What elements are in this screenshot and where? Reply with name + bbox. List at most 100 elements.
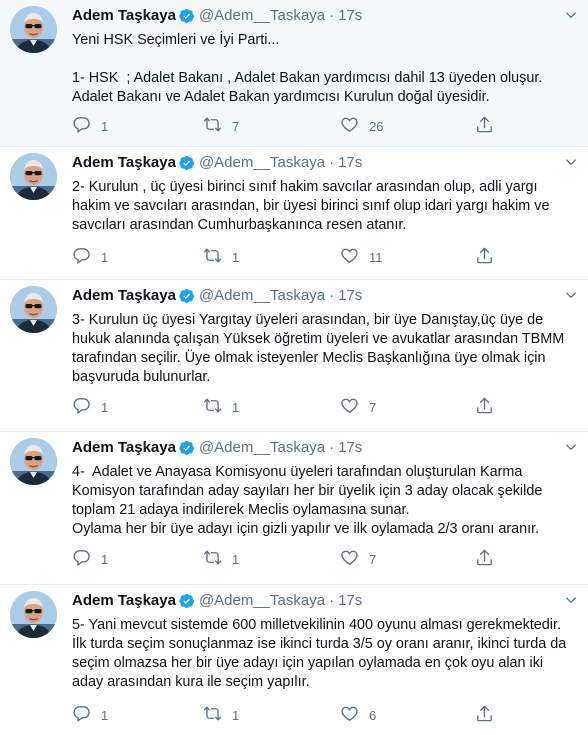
like-count: 7 [369,551,377,567]
share-icon [475,246,494,268]
retweet-button[interactable]: 7 [203,115,239,137]
retweet-icon [203,115,222,137]
tweet-time[interactable]: 17s [338,153,362,173]
tweet-header: Adem Taşkaya @Adem__Taskaya · 17s [72,591,578,611]
tweet-text: 4- Adalet ve Anayasa Komisyonu üyeleri t… [72,464,543,537]
retweet-icon [203,246,222,268]
retweet-count: 1 [232,399,240,415]
like-count: 6 [369,707,377,723]
chevron-down-icon[interactable] [564,288,578,302]
retweet-button[interactable]: 1 [203,548,239,570]
reply-button[interactable]: 1 [72,115,108,137]
author-handle[interactable]: @Adem__Taskaya [199,6,325,26]
author-handle[interactable]: @Adem__Taskaya [199,153,325,173]
retweet-icon [203,704,222,726]
reply-icon [72,115,91,137]
tweet-content: Adem Taşkaya @Adem__Taskaya · 17s 5- Yan… [72,591,578,692]
reply-icon [72,396,91,418]
reply-icon [72,246,91,268]
tweet[interactable]: Adem Taşkaya @Adem__Taskaya · 17s 4- Ada… [0,432,588,585]
author-handle[interactable]: @Adem__Taskaya [199,438,325,458]
avatar[interactable] [10,286,57,333]
reply-count: 1 [101,249,109,265]
tweet-actions: 1 1 11 [72,247,502,267]
tweet-time[interactable]: 17s [338,6,362,26]
like-count: 26 [369,118,384,134]
share-button[interactable] [475,246,494,268]
share-button[interactable] [475,396,494,418]
share-icon [475,396,494,418]
author-name[interactable]: Adem Taşkaya [72,153,176,173]
avatar[interactable] [10,6,57,53]
like-button[interactable]: 11 [340,246,383,268]
verified-badge-icon [179,288,195,304]
retweet-count: 1 [232,249,240,265]
heart-icon [340,115,359,137]
author-name[interactable]: Adem Taşkaya [72,438,176,458]
reply-button[interactable]: 1 [72,396,108,418]
share-button[interactable] [475,548,494,570]
separator-dot: · [329,7,335,24]
retweet-count: 1 [232,551,240,567]
author-handle[interactable]: @Adem__Taskaya [199,286,325,306]
tweet-content: Adem Taşkaya @Adem__Taskaya · 17s 2- Kur… [72,153,578,235]
author-name[interactable]: Adem Taşkaya [72,591,176,611]
like-button[interactable]: 7 [340,396,376,418]
share-icon [475,115,494,137]
like-count: 11 [369,249,383,265]
tweet-time[interactable]: 17s [338,438,362,458]
tweet-content: Adem Taşkaya @Adem__Taskaya · 17s Yeni H… [72,6,578,107]
separator-dot: · [329,154,335,171]
tweet[interactable]: Adem Taşkaya @Adem__Taskaya · 17s 3- Kur… [0,280,588,432]
chevron-down-icon[interactable] [564,8,578,22]
reply-count: 1 [101,707,109,723]
retweet-icon [203,548,222,570]
tweet[interactable]: Adem Taşkaya @Adem__Taskaya · 17s 2- Kur… [0,147,588,280]
avatar[interactable] [10,591,57,638]
share-icon [475,548,494,570]
tweet-time[interactable]: 17s [338,286,362,306]
tweet-header: Adem Taşkaya @Adem__Taskaya · 17s [72,286,578,306]
share-button[interactable] [475,704,494,726]
retweet-button[interactable]: 1 [203,246,239,268]
author-name[interactable]: Adem Taşkaya [72,6,176,26]
heart-icon [340,246,359,268]
tweet-text: Yeni HSK Seçimleri ve İyi Parti... 1- HS… [72,32,543,105]
heart-icon [340,548,359,570]
like-button[interactable]: 6 [340,704,376,726]
share-button[interactable] [475,115,494,137]
avatar[interactable] [10,153,57,200]
tweet-actions: 1 1 7 [72,397,502,417]
tweet[interactable]: Adem Taşkaya @Adem__Taskaya · 17s 5- Yan… [0,585,588,735]
chevron-down-icon[interactable] [564,593,578,607]
retweet-button[interactable]: 1 [203,704,239,726]
reply-icon [72,548,91,570]
verified-badge-icon [179,440,195,456]
tweet[interactable]: Adem Taşkaya @Adem__Taskaya · 17s Yeni H… [0,0,588,147]
avatar[interactable] [10,438,57,485]
heart-icon [340,396,359,418]
like-button[interactable]: 7 [340,548,376,570]
reply-button[interactable]: 1 [72,548,108,570]
reply-icon [72,704,91,726]
separator-dot: · [329,439,335,456]
tweet-text: 2- Kurulun , üç üyesi birinci sınıf haki… [72,179,554,233]
tweet-text: 5- Yani mevcut sistemde 600 milletvekili… [72,617,571,690]
heart-icon [340,704,359,726]
like-button[interactable]: 26 [340,115,383,137]
reply-button[interactable]: 1 [72,246,108,268]
tweet-header: Adem Taşkaya @Adem__Taskaya · 17s [72,153,578,173]
chevron-down-icon[interactable] [564,440,578,454]
tweet-header: Adem Taşkaya @Adem__Taskaya · 17s [72,6,578,26]
retweet-count: 7 [232,118,240,134]
tweet-actions: 1 1 6 [72,705,502,725]
author-name[interactable]: Adem Taşkaya [72,286,176,306]
reply-count: 1 [101,551,109,567]
verified-badge-icon [179,593,195,609]
author-handle[interactable]: @Adem__Taskaya [199,591,325,611]
tweet-time[interactable]: 17s [338,591,362,611]
retweet-button[interactable]: 1 [203,396,239,418]
tweet-actions: 1 7 26 [72,116,502,136]
chevron-down-icon[interactable] [564,155,578,169]
reply-button[interactable]: 1 [72,704,108,726]
